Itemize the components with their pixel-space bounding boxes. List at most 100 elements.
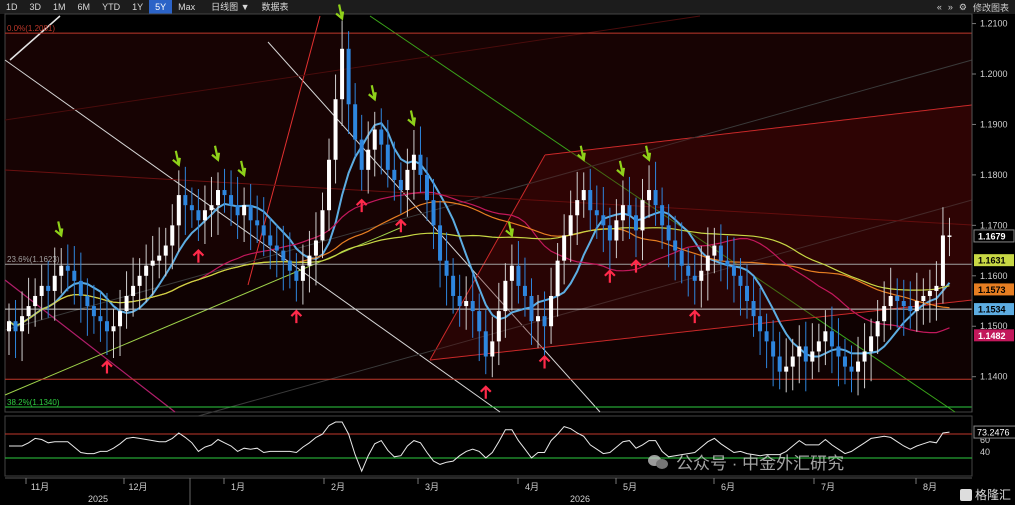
candle-body-16 (111, 326, 116, 332)
candle-body-52 (346, 48, 351, 105)
candle-body-144 (947, 235, 952, 237)
candle-body-19 (131, 285, 136, 296)
candle-body-83 (549, 295, 554, 327)
x-month-label-8: 7月 (821, 482, 835, 492)
brand-text: 格隆汇 (974, 488, 1011, 502)
candle-body-126 (829, 331, 834, 347)
candle-body-116 (764, 331, 769, 342)
candle-body-42 (281, 250, 286, 261)
candle-body-95 (627, 205, 632, 216)
candle-body-110 (725, 260, 730, 266)
candle-body-25 (170, 225, 175, 246)
candle-body-96 (633, 215, 638, 231)
candle-body-141 (927, 290, 932, 296)
candle-body-32 (215, 190, 220, 206)
candle-body-114 (751, 301, 756, 317)
candle-body-27 (183, 195, 188, 206)
candle-body-72 (477, 311, 482, 332)
candle-body-63 (418, 154, 423, 175)
candle-body-54 (359, 139, 364, 170)
candle-body-136 (895, 295, 900, 302)
candle-body-99 (653, 190, 658, 206)
y-tick-label-3: 1.1800 (980, 170, 1008, 180)
candle-body-81 (536, 316, 541, 322)
candle-body-102 (673, 240, 678, 251)
candle-body-57 (379, 129, 384, 145)
candle-body-90 (594, 210, 599, 216)
candle-body-11 (78, 280, 83, 296)
x-month-label-7: 6月 (721, 482, 735, 492)
candle-body-48 (320, 210, 325, 241)
candle-body-123 (810, 351, 815, 362)
candle-body-49 (327, 159, 332, 211)
y-tick-label-2: 1.1900 (980, 119, 1008, 129)
candle-body-51 (340, 48, 345, 100)
candle-body-39 (261, 225, 266, 236)
candle-body-75 (496, 311, 501, 342)
candle-body-41 (274, 245, 279, 251)
chart-window: { "toolbar": { "ranges": ["1D","3D","1M"… (0, 0, 1015, 505)
candle-body-132 (869, 336, 874, 352)
candle-body-91 (601, 215, 606, 226)
candle-body-14 (98, 316, 103, 322)
candle-body-65 (431, 200, 436, 226)
candle-body-10 (72, 270, 77, 281)
candle-body-45 (300, 265, 305, 281)
candle-body-37 (248, 205, 253, 221)
y-tick-label-4: 1.1700 (980, 220, 1008, 230)
brand-logo-icon (959, 488, 972, 501)
candle-body-138 (908, 306, 913, 312)
candle-body-3 (26, 306, 31, 317)
candle-body-128 (842, 356, 847, 367)
candle-body-13 (91, 306, 96, 317)
candle-body-89 (588, 190, 593, 211)
candle-body-120 (790, 356, 795, 367)
candle-body-112 (738, 275, 743, 286)
candle-body-31 (209, 205, 214, 211)
candle-body-78 (516, 265, 521, 286)
candle-body-127 (836, 346, 841, 357)
candle-body-70 (464, 301, 469, 307)
x-month-label-6: 5月 (623, 482, 637, 492)
level-label-2: 38.2%(1.1340) (7, 398, 60, 407)
candle-body-97 (640, 200, 645, 231)
candle-body-29 (196, 210, 201, 221)
candle-body-15 (104, 321, 109, 332)
candle-body-40 (268, 235, 273, 246)
candle-body-5 (39, 285, 44, 296)
candle-body-137 (901, 301, 906, 307)
y-tick-label-7: 1.1400 (980, 372, 1008, 382)
last-value-label-3: 1.1534 (978, 305, 1006, 315)
candle-body-118 (777, 356, 782, 372)
candle-body-135 (888, 295, 893, 307)
candle-body-103 (679, 250, 684, 266)
candle-body-7 (52, 275, 57, 291)
candle-body-98 (647, 190, 652, 201)
candle-body-33 (222, 190, 227, 196)
candle-body-67 (444, 260, 449, 276)
candle-body-94 (620, 205, 625, 221)
candle-body-108 (712, 245, 717, 256)
candle-body-100 (660, 205, 665, 226)
candle-body-61 (405, 169, 410, 191)
y-tick-label-0: 1.2100 (980, 19, 1008, 29)
candle-body-20 (137, 275, 142, 286)
candle-body-23 (157, 255, 162, 261)
y-tick-label-5: 1.1600 (980, 271, 1008, 281)
candle-body-80 (529, 295, 534, 322)
x-month-label-4: 3月 (425, 482, 439, 492)
candle-body-38 (255, 220, 260, 226)
watermark-text: 公众号 · 中金外汇研究 (676, 454, 845, 473)
candle-body-129 (849, 366, 854, 372)
x-month-label-1: 12月 (128, 482, 147, 492)
last-value-label-4: 1.1482 (978, 331, 1006, 341)
candle-body-142 (934, 285, 939, 291)
candle-body-111 (731, 265, 736, 276)
candle-body-85 (562, 235, 567, 261)
candle-body-134 (882, 306, 887, 322)
candle-body-122 (803, 346, 808, 362)
candle-body-76 (503, 280, 508, 312)
candle-body-62 (411, 154, 416, 170)
y-tick-label-1: 1.2000 (980, 69, 1008, 79)
x-year-label-0: 2025 (88, 494, 108, 504)
